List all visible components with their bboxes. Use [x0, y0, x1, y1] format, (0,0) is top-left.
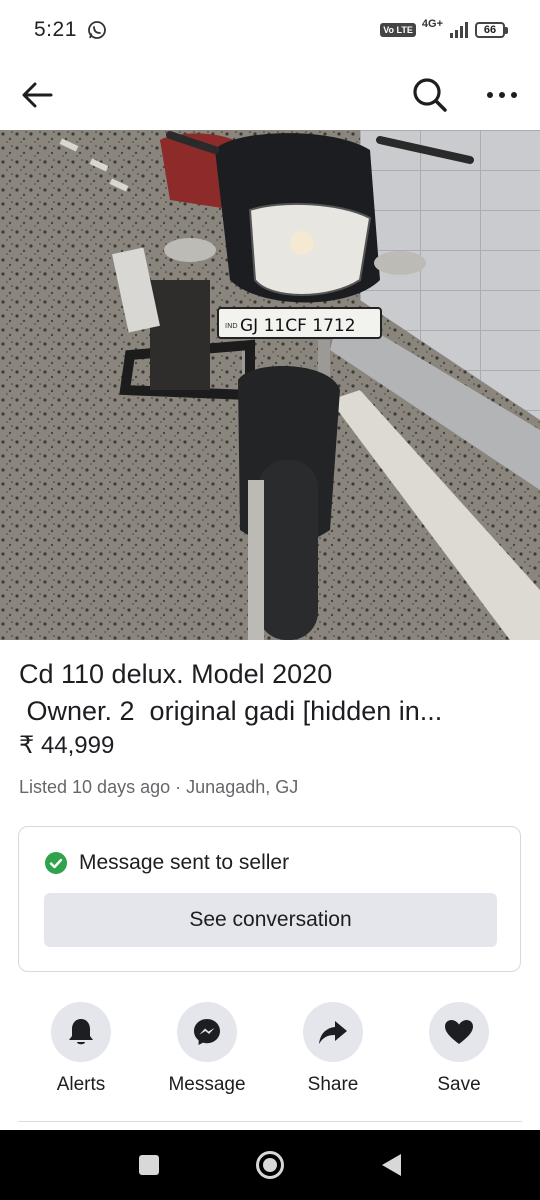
- volte-badge: Vo LTE: [380, 23, 416, 37]
- message-sent-card: Message sent to seller See conversation: [18, 826, 521, 972]
- whatsapp-icon: [87, 21, 106, 39]
- alerts-button[interactable]: [51, 1002, 111, 1062]
- heart-icon: [445, 1020, 473, 1044]
- meta-separator: ·: [175, 777, 182, 797]
- check-circle-icon: [45, 852, 67, 874]
- see-conversation-button[interactable]: See conversation: [44, 893, 497, 947]
- plate-prefix: IND: [225, 322, 238, 330]
- top-nav: [0, 60, 540, 130]
- more-icon: [487, 92, 517, 98]
- messenger-icon: [194, 1019, 220, 1045]
- save-action[interactable]: Save: [404, 1002, 514, 1096]
- recents-square-icon: [139, 1155, 159, 1175]
- share-arrow-icon: [319, 1021, 347, 1044]
- alerts-label: Alerts: [56, 1074, 106, 1095]
- listing-price: ₹ 44,999: [19, 732, 115, 759]
- listing-title-line1: Cd 110 delux. Model 2020: [19, 659, 333, 689]
- listing-meta: Listed 10 days ago · Junagadh, GJ: [19, 777, 298, 798]
- message-label: Message: [168, 1074, 246, 1095]
- status-time: 5:21: [34, 18, 77, 41]
- listing-title-line2: Owner. 2 original gadi [hidden in...: [19, 696, 443, 726]
- status-indicators: Vo LTE 4G+ 66: [380, 18, 508, 38]
- listing-title: Cd 110 delux. Model 2020 Owner. 2 origin…: [19, 656, 524, 730]
- divider: [18, 1121, 522, 1122]
- system-back-button[interactable]: [376, 1150, 406, 1180]
- system-nav-bar: [0, 1130, 540, 1200]
- more-options-button[interactable]: [484, 77, 520, 113]
- status-bar: 5:21 Vo LTE 4G+ 66: [0, 0, 540, 60]
- share-label: Share: [307, 1074, 359, 1095]
- message-status: Message sent to seller: [45, 851, 289, 875]
- battery-level: 66: [475, 22, 505, 38]
- share-action[interactable]: Share: [278, 1002, 388, 1096]
- save-label: Save: [437, 1074, 481, 1095]
- listing-photo[interactable]: IND GJ 11CF 1712: [0, 130, 540, 640]
- home-button[interactable]: [255, 1150, 285, 1180]
- share-button[interactable]: [303, 1002, 363, 1062]
- listing-location[interactable]: Junagadh, GJ: [186, 777, 298, 797]
- action-bar: Alerts Message Share Save: [0, 1002, 540, 1102]
- message-button[interactable]: [177, 1002, 237, 1062]
- battery-icon: 66: [475, 22, 508, 38]
- bell-icon: [69, 1019, 93, 1045]
- signal-icon: [450, 22, 468, 38]
- listed-time: Listed 10 days ago: [19, 777, 171, 797]
- alerts-action[interactable]: Alerts: [26, 1002, 136, 1096]
- search-icon: [413, 78, 447, 112]
- recents-button[interactable]: [134, 1150, 164, 1180]
- message-status-text: Message sent to seller: [79, 851, 290, 874]
- back-button[interactable]: [20, 78, 54, 112]
- plate-number: GJ 11CF 1712: [240, 316, 356, 336]
- search-button[interactable]: [412, 77, 448, 113]
- network-type: 4G+: [421, 18, 443, 30]
- message-action[interactable]: Message: [152, 1002, 262, 1096]
- home-circle-icon: [256, 1151, 284, 1179]
- save-button[interactable]: [429, 1002, 489, 1062]
- back-arrow-icon: [22, 82, 53, 108]
- back-triangle-icon: [382, 1154, 401, 1176]
- motorcycle-photo: IND GJ 11CF 1712: [0, 130, 540, 640]
